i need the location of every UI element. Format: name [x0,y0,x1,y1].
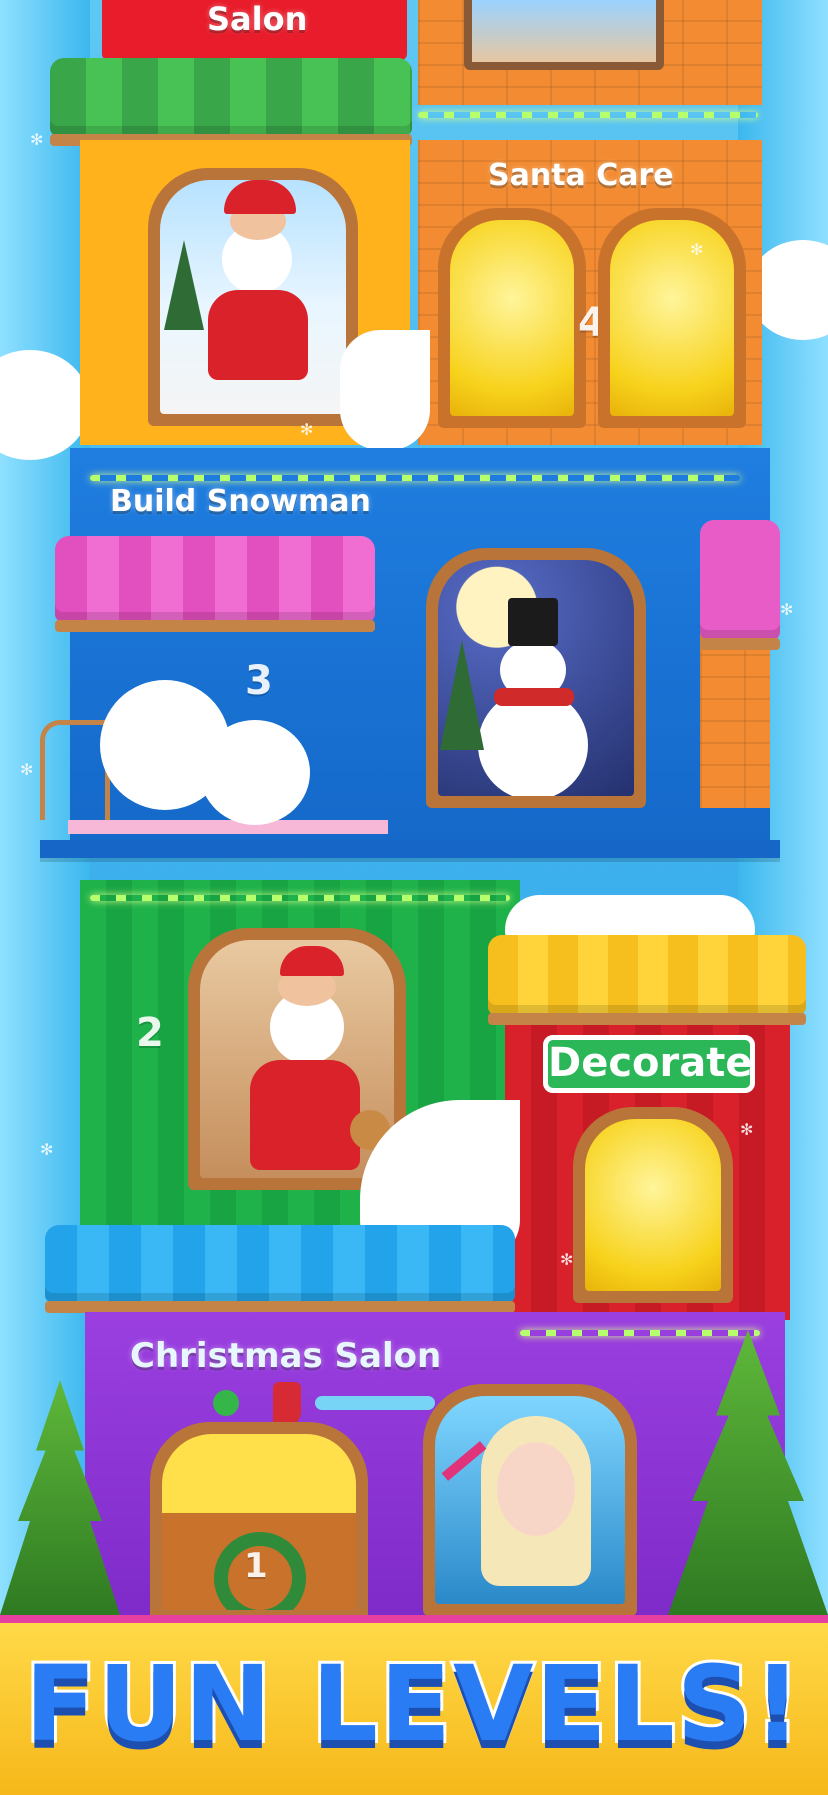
string-lights [418,112,758,118]
santa-hat [280,946,344,976]
snowman-hat [508,598,558,646]
mitten-icon [213,1390,239,1416]
top-window[interactable] [464,0,664,70]
snowflake-icon: ✻ [30,130,44,149]
santa-coat [208,290,308,380]
window-glow [450,220,574,416]
santa-cookie-scene [200,940,394,1178]
level-2-number: 2 [136,1010,164,1056]
pink-roof-right [700,520,780,650]
top-window-scene [472,0,656,62]
top-salon-label: Salon [207,0,308,38]
pink-roof [55,536,375,632]
snowflake-icon: ✻ [780,600,794,619]
icicle-icon [315,1396,435,1410]
yellow-roof [488,935,806,1025]
banner-title: FUN LEVELS! [22,1640,804,1768]
santa-care-window[interactable] [148,168,358,426]
balcony-floor [68,820,388,834]
floor-ledge [40,840,780,858]
snowman-window[interactable] [426,548,646,808]
snowflake-icon: ✻ [560,1250,574,1269]
level-4-window-right[interactable] [598,208,746,428]
snowflake-icon: ✻ [300,420,314,439]
window-glow [610,220,734,416]
snow-drift [340,330,430,450]
promo-banner: FUN LEVELS! [0,1615,828,1795]
level-3-number: 3 [245,658,273,704]
level-3-title: Build Snowman [110,484,371,519]
door-window: 1 [162,1434,356,1610]
santa-scene [160,180,346,414]
salon-door[interactable]: 1 [150,1422,368,1622]
level-1-title: Christmas Salon [130,1336,442,1376]
christmas-tree [164,240,204,330]
blue-roof [45,1225,515,1313]
snowman-scarf [494,688,574,706]
salon-sign-board[interactable]: Salon [102,0,407,60]
santa-hat [224,180,296,214]
string-lights [90,475,740,481]
level-1-number: 1 [244,1546,268,1586]
snowball-small[interactable] [200,720,310,825]
level-4-window-left[interactable] [438,208,586,428]
snowflake-icon: ✻ [40,1140,54,1159]
makeup-brush-icon [441,1441,487,1481]
santa-care-brick-wall: Santa Care 4 [418,140,762,445]
christmas-stocking-icon [273,1382,301,1426]
snowflake-icon: ✻ [690,240,704,259]
snowflake-icon: ✻ [740,1120,754,1139]
balcony-railing [40,720,110,820]
green-roof [50,58,412,146]
snowman-scene [438,560,634,796]
string-lights [520,1330,760,1336]
purple-wall: Christmas Salon 1 [85,1312,785,1622]
top-brick-wall [418,0,762,105]
level-2-title[interactable]: Decorate [543,1035,755,1093]
string-lights [90,895,510,901]
snowflake-icon: ✻ [20,760,34,779]
window-glow [585,1119,721,1291]
princess-scene [435,1396,625,1604]
level-4-title: Santa Care [488,158,674,193]
christmas-tree [440,640,484,750]
santa-coat [250,1060,360,1170]
decorate-shop-window[interactable] [573,1107,733,1303]
princess-face [497,1442,575,1536]
red-wall: Decorate [505,1025,790,1320]
princess-window[interactable] [423,1384,637,1616]
